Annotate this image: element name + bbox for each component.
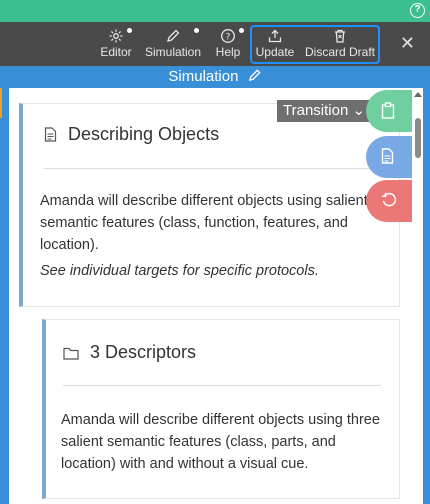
pencil-icon[interactable]	[247, 68, 262, 83]
undo-icon	[382, 192, 397, 207]
goal-note: See individual targets for specific prot…	[40, 263, 319, 279]
help-label: Help	[215, 45, 241, 59]
document-icon	[44, 127, 57, 142]
card-title-row: Describing Objects	[44, 124, 219, 145]
simulation-banner: Simulation	[0, 66, 430, 88]
clipboard-icon	[381, 102, 395, 119]
close-icon[interactable]: ✕	[400, 34, 415, 52]
card-divider	[44, 168, 378, 169]
goal-description: Amanda will describe different objects u…	[40, 190, 380, 282]
left-edge-accent	[0, 88, 2, 118]
scrollbar-thumb[interactable]	[415, 118, 421, 158]
gear-icon	[109, 29, 123, 43]
banner-title: Simulation	[168, 68, 239, 85]
objective-description: Amanda will describe different objects u…	[61, 409, 381, 475]
scroll-up-arrow[interactable]	[414, 92, 422, 97]
simulation-label: Simulation	[144, 45, 202, 59]
card-title-row: 3 Descriptors	[63, 342, 196, 363]
editor-indicator-dot	[127, 28, 132, 33]
objective-title: 3 Descriptors	[90, 342, 197, 362]
update-discard-highlight	[250, 25, 380, 64]
goal-title: Describing Objects	[68, 124, 220, 144]
transition-dropdown[interactable]: Transition ⌄	[277, 100, 372, 122]
clipboard-action-button[interactable]	[366, 90, 412, 132]
folder-icon	[63, 347, 79, 360]
pencil-icon	[167, 29, 180, 42]
goal-body-text: Amanda will describe different objects u…	[40, 193, 368, 253]
help-circle-icon[interactable]: ?	[410, 3, 425, 18]
undo-action-button[interactable]	[366, 180, 412, 222]
objective-card[interactable]: 3 Descriptors Amanda will describe diffe…	[42, 319, 400, 499]
objective-body-text: Amanda will describe different objects u…	[61, 412, 380, 472]
simulation-indicator-dot	[194, 28, 199, 33]
goal-card[interactable]: Describing Objects Amanda will describe …	[19, 103, 400, 307]
top-accent-strip: ?	[0, 0, 430, 22]
notes-action-button[interactable]	[366, 136, 412, 178]
svg-text:?: ?	[226, 32, 231, 42]
file-icon	[381, 148, 394, 164]
editor-label: Editor	[100, 45, 132, 59]
help-indicator-dot	[239, 28, 244, 33]
help-icon: ?	[221, 29, 235, 43]
card-divider	[63, 385, 381, 386]
